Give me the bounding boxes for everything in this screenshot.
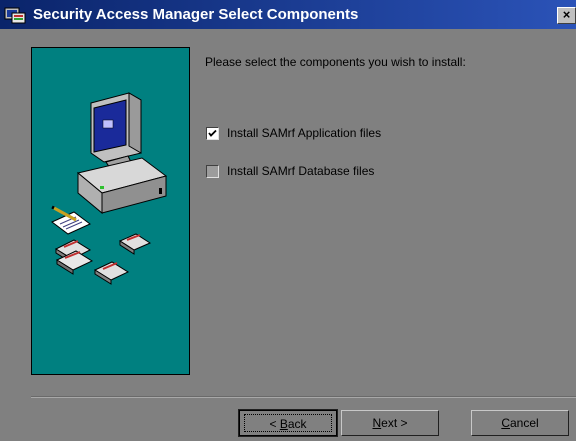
- setup-icon: [4, 7, 26, 24]
- floppy-disks-icon: [54, 233, 152, 285]
- installer-dialog: Security Access Manager Select Component…: [0, 0, 576, 441]
- application-files-label[interactable]: Install SAMrf Application files: [227, 126, 381, 140]
- computer-with-disks-illustration: [51, 92, 168, 285]
- computer-icon: [76, 92, 168, 215]
- back-prefix: <: [269, 417, 280, 431]
- next-mnemonic: N: [372, 416, 382, 430]
- back-button[interactable]: < Back: [238, 409, 338, 437]
- wizard-illustration-panel: [31, 47, 190, 375]
- next-label-rest: ext >: [381, 416, 408, 430]
- document-icon: [51, 205, 91, 235]
- cancel-button[interactable]: Cancel: [471, 410, 569, 436]
- close-button[interactable]: ×: [557, 7, 576, 24]
- window-title: Security Access Manager Select Component…: [33, 6, 359, 23]
- cancel-label-rest: ancel: [509, 416, 539, 430]
- checkmark-icon: [208, 129, 217, 137]
- focus-rectangle: < Back: [244, 414, 332, 432]
- button-separator: [31, 396, 576, 398]
- application-files-checkbox[interactable]: [206, 126, 219, 140]
- title-bar[interactable]: Security Access Manager Select Component…: [0, 0, 576, 29]
- database-files-checkbox[interactable]: [206, 164, 219, 178]
- option-database-files[interactable]: Install SAMrf Database files: [206, 163, 374, 179]
- cancel-mnemonic: C: [501, 416, 510, 430]
- back-label-rest: ack: [287, 417, 307, 431]
- back-mnemonic: B: [279, 417, 288, 431]
- next-button[interactable]: Next >: [341, 410, 439, 436]
- instruction-text: Please select the components you wish to…: [205, 55, 466, 69]
- database-files-label[interactable]: Install SAMrf Database files: [227, 164, 374, 178]
- close-icon: ×: [562, 7, 571, 22]
- option-application-files[interactable]: Install SAMrf Application files: [206, 125, 381, 141]
